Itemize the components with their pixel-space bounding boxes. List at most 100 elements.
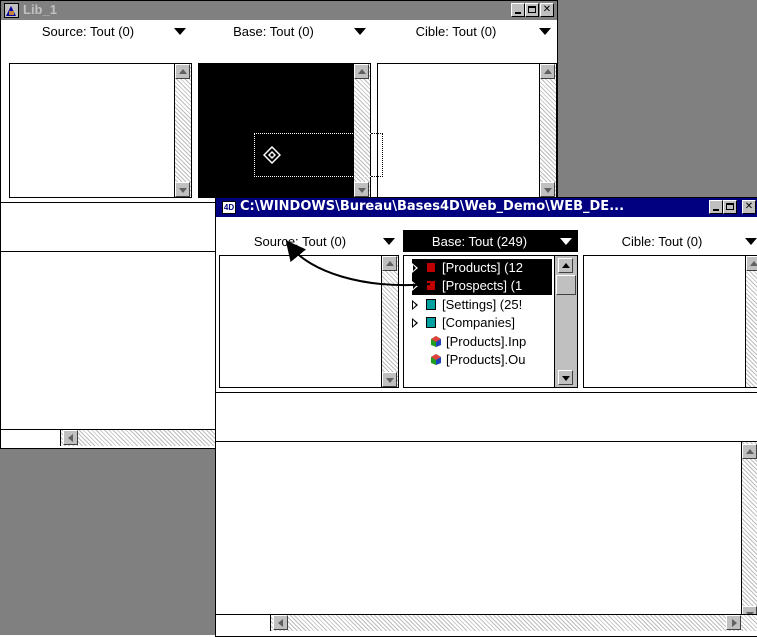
source-list-scrollbar[interactable]: [381, 256, 398, 387]
scroll-up-button[interactable]: [742, 444, 757, 459]
form-method-icon: [430, 353, 442, 369]
maximize-button[interactable]: [723, 200, 737, 214]
scroll-thumb[interactable]: [556, 275, 576, 295]
base-filter-label: Base: Tout (0): [233, 24, 314, 39]
base-filter-dropdown[interactable]: Base: Tout (249): [403, 230, 578, 252]
scroll-thumb[interactable]: [1, 430, 61, 446]
target-filter-dropdown[interactable]: Cible: Tout (0): [377, 20, 557, 42]
db-window-titlebar[interactable]: 4D C:\WINDOWS\Bureau\Bases4D\Web_Demo\WE…: [216, 198, 757, 217]
db-horizontal-scrollbar[interactable]: [216, 614, 757, 631]
drag-outline-edge: [371, 133, 383, 177]
scroll-up-button[interactable]: [746, 256, 757, 271]
table-icon: [426, 280, 436, 291]
arrow-down-icon: [386, 378, 394, 383]
scroll-left-button[interactable]: [273, 615, 288, 630]
scroll-left-button[interactable]: [63, 430, 78, 445]
maximize-icon: [726, 203, 734, 210]
source-filter-dropdown[interactable]: Source: Tout (0): [6, 20, 192, 42]
target-list-scrollbar[interactable]: [745, 256, 757, 387]
chevron-down-icon: [383, 238, 395, 245]
tree-item-products-output[interactable]: [Products].Ou: [412, 351, 552, 369]
minimize-button[interactable]: [511, 3, 525, 17]
scroll-down-button[interactable]: [175, 182, 190, 197]
minimize-icon: [515, 12, 521, 14]
base-filter-label: Base: Tout (249): [431, 234, 528, 249]
arrow-up-icon: [386, 261, 394, 266]
tree-item-label: [Products].Inp: [446, 334, 527, 349]
tree-item-label: [Companies]: [442, 315, 515, 330]
expand-arrow-icon[interactable]: [412, 300, 418, 310]
source-list-scrollbar[interactable]: [174, 64, 191, 197]
tree-item-prospects[interactable]: [Prospects] (1: [412, 277, 552, 295]
arrow-down-icon: [358, 188, 366, 193]
base-list-scrollbar[interactable]: [554, 256, 577, 387]
close-icon: ✕: [744, 201, 754, 212]
expand-arrow-icon[interactable]: [412, 281, 418, 291]
scroll-up-button[interactable]: [354, 64, 369, 79]
tree-item-label: [Settings] (25!: [442, 297, 523, 312]
target-list-scrollbar[interactable]: [539, 64, 556, 197]
close-button[interactable]: ✕: [540, 3, 554, 17]
scroll-up-button[interactable]: [175, 64, 190, 79]
scroll-thumb[interactable]: [216, 615, 271, 631]
db-window-app-icon: 4D: [222, 201, 236, 214]
desktop-right: [557, 0, 757, 197]
db-window-title: C:\WINDOWS\Bureau\Bases4D\Web_Demo\WEB_D…: [240, 199, 625, 214]
chevron-down-icon: [745, 238, 757, 245]
arrow-right-icon: [732, 619, 737, 627]
scroll-down-button[interactable]: [558, 370, 573, 385]
move-cursor-icon: [262, 145, 282, 167]
arrow-left-icon: [68, 434, 73, 442]
expand-arrow-icon[interactable]: [412, 263, 418, 273]
scroll-down-button[interactable]: [354, 182, 369, 197]
db-details-area: [216, 442, 757, 621]
minimize-button[interactable]: [709, 200, 723, 214]
base-filter-dropdown[interactable]: Base: Tout (0): [197, 20, 372, 42]
tree-item-products[interactable]: [Products] (12: [412, 259, 552, 277]
base-list-scrollbar[interactable]: [353, 64, 370, 197]
scroll-down-button[interactable]: [382, 372, 397, 387]
base-list[interactable]: [Products] (12 [Prospects] (1 [Settings]…: [403, 255, 578, 388]
desktop-left-bottom: [0, 448, 215, 635]
source-filter-label: Source: Tout (0): [253, 234, 347, 249]
tree-item-companies[interactable]: [Companies]: [412, 314, 552, 332]
table-icon: [426, 317, 436, 328]
target-filter-dropdown[interactable]: Cible: Tout (0): [583, 230, 757, 252]
table-icon: [426, 262, 436, 273]
tree-item-label: [Products].Ou: [446, 352, 526, 367]
table-icon: [426, 299, 436, 310]
arrow-left-icon: [278, 619, 283, 627]
app-4d-icon: [4, 3, 19, 18]
close-button[interactable]: ✕: [742, 200, 756, 214]
source-list[interactable]: [219, 255, 399, 388]
arrow-up-icon: [179, 69, 187, 74]
tree-item-label: [Products] (12: [442, 260, 523, 275]
tree-item-products-input[interactable]: [Products].Inp: [412, 333, 552, 351]
scroll-up-button[interactable]: [540, 64, 555, 79]
target-list[interactable]: [583, 255, 757, 388]
target-filter-label: Cible: Tout (0): [621, 234, 703, 249]
expand-arrow-icon[interactable]: [412, 318, 418, 328]
scroll-right-button[interactable]: [726, 615, 741, 630]
lib-window-titlebar[interactable]: Lib_1 ✕: [1, 1, 557, 20]
db-info-area: [216, 392, 757, 442]
scroll-up-button[interactable]: [558, 258, 573, 273]
lib-window-title: Lib_1: [23, 2, 57, 17]
lib-horizontal-scrollbar[interactable]: [1, 429, 216, 446]
target-filter-label: Cible: Tout (0): [415, 24, 497, 39]
arrow-up-icon: [544, 69, 552, 74]
form-method-icon: [430, 335, 442, 351]
chevron-down-icon: [354, 28, 366, 35]
arrow-down-icon: [562, 376, 570, 381]
maximize-button[interactable]: [525, 3, 539, 17]
base-list[interactable]: [198, 63, 371, 198]
scroll-up-button[interactable]: [382, 256, 397, 271]
scroll-down-button[interactable]: [540, 182, 555, 197]
details-vertical-scrollbar[interactable]: [741, 442, 757, 621]
target-list[interactable]: [377, 63, 557, 198]
source-list[interactable]: [9, 63, 192, 198]
tree-item-settings[interactable]: [Settings] (25!: [412, 296, 552, 314]
chevron-down-icon: [539, 28, 551, 35]
arrow-up-icon: [562, 263, 570, 268]
source-filter-dropdown[interactable]: Source: Tout (0): [221, 230, 401, 252]
